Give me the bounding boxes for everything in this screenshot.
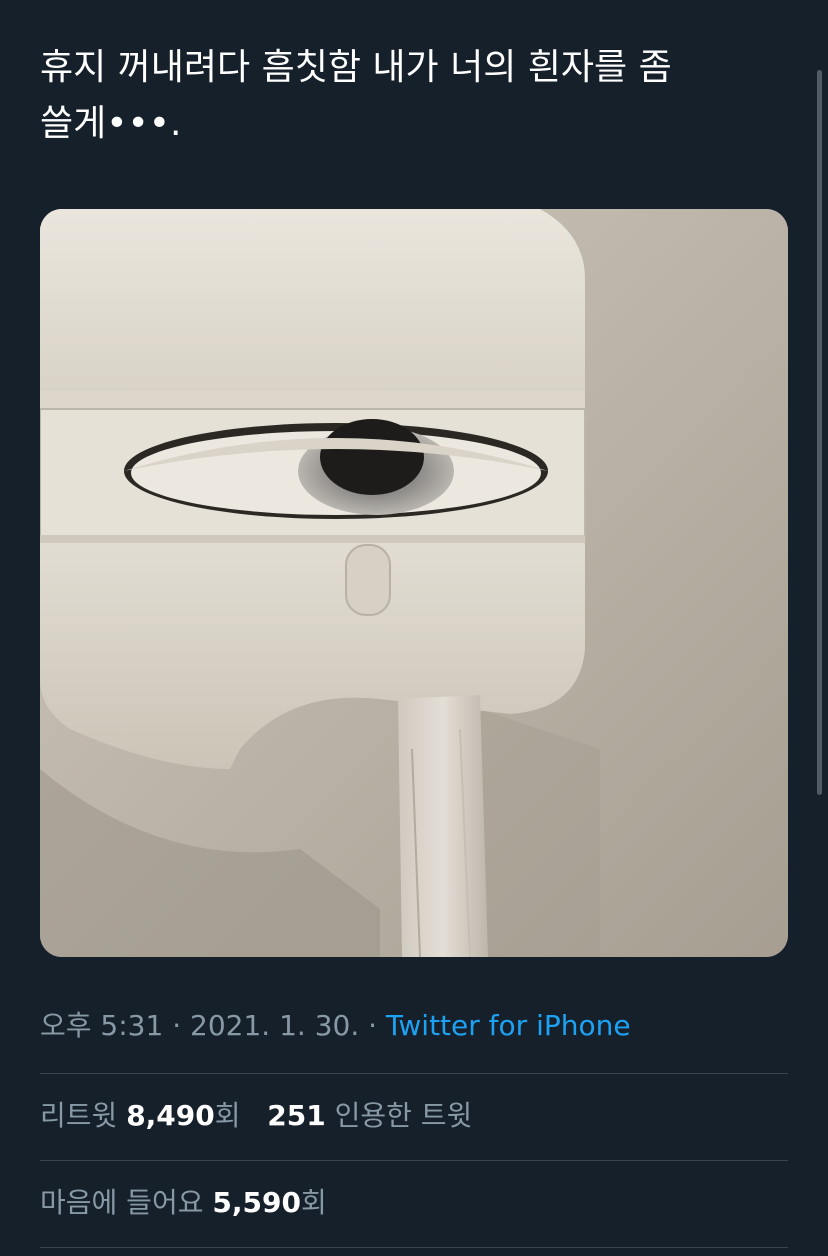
- tweet-time[interactable]: 오후 5:31: [40, 1009, 163, 1042]
- divider: [40, 1247, 788, 1248]
- retweets-count: 8,490: [126, 1099, 215, 1132]
- retweet-stats[interactable]: 리트윗 8,490회 251 인용한 트윗: [40, 1094, 472, 1138]
- tweet-detail-page: 휴지 꺼내려다 흠칫함 내가 너의 흰자를 좀 쓸게•••. 오후 5:31 ·…: [0, 0, 828, 1256]
- divider: [40, 1160, 788, 1161]
- tweet-photo[interactable]: [40, 209, 788, 957]
- tweet-timestamp-row: 오후 5:31 · 2021. 1. 30. · Twitter for iPh…: [40, 1004, 631, 1048]
- retweets-unit: 회: [214, 1099, 241, 1132]
- like-stats[interactable]: 마음에 들어요 5,590회: [40, 1181, 327, 1225]
- tweet-source-link[interactable]: Twitter for iPhone: [386, 1009, 631, 1042]
- likes-count: 5,590: [212, 1186, 301, 1219]
- photo-toilet-paper-dispenser-eye-icon: [40, 209, 788, 957]
- meta-separator: ·: [359, 1009, 386, 1042]
- retweets-label: 리트윗: [40, 1099, 118, 1132]
- likes-label: 마음에 들어요: [40, 1186, 204, 1219]
- quotes-label: 인용한 트윗: [334, 1099, 473, 1132]
- divider: [40, 1073, 788, 1074]
- likes-unit: 회: [300, 1186, 327, 1219]
- tweet-text: 휴지 꺼내려다 흠칫함 내가 너의 흰자를 좀 쓸게•••.: [40, 47, 672, 144]
- meta-separator: ·: [163, 1009, 191, 1042]
- scrollbar[interactable]: [817, 70, 822, 795]
- tweet-date[interactable]: 2021. 1. 30.: [190, 1009, 359, 1042]
- quotes-count: 251: [267, 1099, 326, 1132]
